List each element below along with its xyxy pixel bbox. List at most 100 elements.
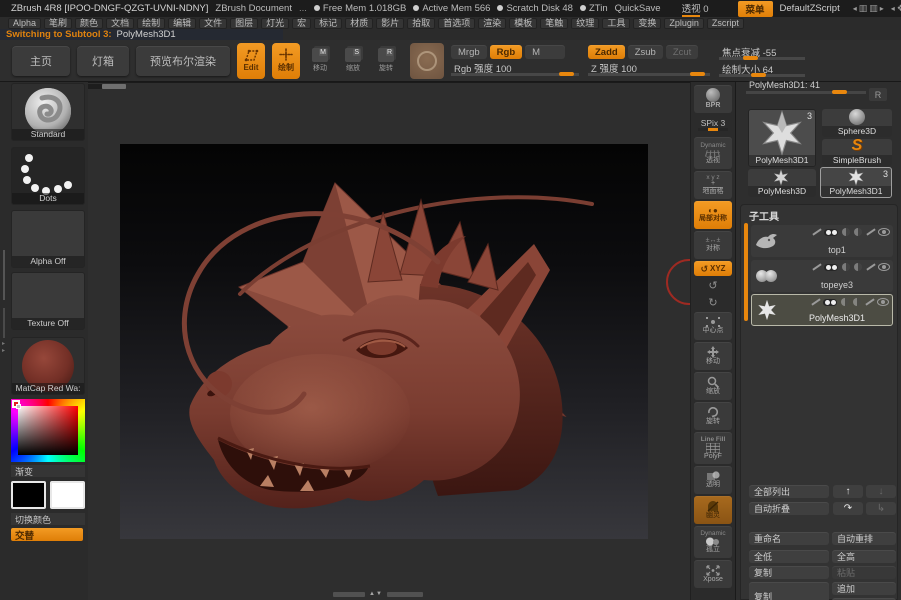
current-stroke-tile[interactable]: Dots xyxy=(11,147,85,205)
xyz-axis-button[interactable]: ↺ XYZ xyxy=(694,261,732,276)
visibility-eye-icon[interactable] xyxy=(877,298,889,306)
menu-item-color[interactable]: 颜色 xyxy=(75,17,104,29)
subtool-scrollbar[interactable] xyxy=(744,223,748,321)
bottom-scroll-left[interactable] xyxy=(333,591,365,597)
polymesh3d-tile[interactable]: PolyMesh3D xyxy=(748,169,816,197)
paste-button[interactable]: 粘贴 xyxy=(832,566,896,579)
rgb-button[interactable]: Rgb xyxy=(489,45,523,59)
menu-item-picker[interactable]: 拾取 xyxy=(407,17,436,29)
polyframe-button[interactable]: Line Fill PolyF xyxy=(694,432,732,464)
z-axis-button[interactable]: ↻ xyxy=(694,295,732,310)
rename-button[interactable]: 重命名 xyxy=(749,532,829,545)
current-brush-tile[interactable]: Standard xyxy=(11,83,85,141)
scale-canvas-button[interactable]: 缩放 xyxy=(694,372,732,400)
mrgb-button[interactable]: Mrgb xyxy=(451,45,487,59)
document-hscrollbar[interactable] xyxy=(88,84,126,89)
shade-icon[interactable] xyxy=(854,228,862,236)
pen-icon[interactable] xyxy=(866,263,874,271)
menu-item-file[interactable]: 文件 xyxy=(199,17,228,29)
titlebar-ellipsis[interactable]: ... xyxy=(299,3,307,14)
symmetry-button[interactable]: ±↔± 对称 xyxy=(694,231,732,259)
zsub-button[interactable]: Zsub xyxy=(627,45,663,59)
pen-icon[interactable] xyxy=(865,298,873,306)
menu-item-marker[interactable]: 标记 xyxy=(314,17,343,29)
menu-item-tool[interactable]: 工具 xyxy=(602,17,631,29)
shade-icon[interactable] xyxy=(853,298,861,306)
copy-button[interactable]: 复制 xyxy=(749,566,829,579)
spix-handle[interactable] xyxy=(708,128,718,131)
auto-collapse-button[interactable]: 自动折叠 xyxy=(749,502,829,515)
lightbox-button[interactable]: 灯箱 xyxy=(77,45,129,76)
rgb-intensity-handle[interactable] xyxy=(559,72,574,76)
shade-icon[interactable] xyxy=(854,263,862,271)
polymesh3d1-tile[interactable]: 3 PolyMesh3D1 xyxy=(820,167,892,198)
move-down-button[interactable]: ↓ xyxy=(866,485,896,498)
xpose-button[interactable]: Xpose xyxy=(694,560,732,588)
transparent-button[interactable]: 透明 xyxy=(694,466,732,494)
uv-icon[interactable] xyxy=(841,298,849,306)
shift-up-button[interactable]: ↷ xyxy=(833,502,863,515)
menu-item-document[interactable]: 文档 xyxy=(106,17,135,29)
z-intensity-slider[interactable]: Z 强度 100 xyxy=(588,61,710,76)
uv-icon[interactable] xyxy=(842,263,850,271)
menu-item-render[interactable]: 渲染 xyxy=(478,17,507,29)
subtool-row-top1[interactable]: top1 xyxy=(751,225,893,257)
bottom-scroll-right[interactable] xyxy=(386,591,423,597)
menu-item-movie[interactable]: 影片 xyxy=(376,17,405,29)
polypaint-icon[interactable] xyxy=(824,263,838,271)
scale-gyro-button[interactable]: S 缩放 xyxy=(340,43,366,79)
zadd-button[interactable]: Zadd xyxy=(588,45,625,59)
menu-item-zplugin[interactable]: Zplugin xyxy=(664,17,704,29)
rotate-gyro-button[interactable]: R 旋转 xyxy=(373,43,399,79)
simplebrush-tile[interactable]: S SimpleBrush xyxy=(822,139,892,166)
menu-item-transform[interactable]: 变换 xyxy=(633,17,662,29)
all-low-button[interactable]: 全低 xyxy=(749,550,829,563)
draw-button[interactable]: 绘制 xyxy=(272,42,300,79)
visibility-eye-icon[interactable] xyxy=(878,228,890,236)
picker-inner-selector[interactable] xyxy=(16,404,21,409)
center-pivot-button[interactable]: 中心点 xyxy=(694,312,732,340)
draw-size-slider[interactable]: 绘制大小 64 xyxy=(719,62,805,77)
focal-shift-handle[interactable] xyxy=(743,55,758,60)
menu-item-edit[interactable]: 编辑 xyxy=(168,17,197,29)
rgb-intensity-slider[interactable]: Rgb 强度 100 xyxy=(451,61,579,76)
sphere3d-tile[interactable]: Sphere3D xyxy=(822,109,892,137)
sculpt-canvas[interactable] xyxy=(120,144,648,539)
current-alpha-tile[interactable]: Alpha Off xyxy=(11,210,85,268)
secondary-color-swatch[interactable] xyxy=(50,481,85,509)
current-brush-preview[interactable] xyxy=(410,42,444,79)
menu-item-preferences[interactable]: 首选项 xyxy=(438,17,476,29)
menu-item-light[interactable]: 灯光 xyxy=(261,17,290,29)
default-zscript-button[interactable]: DefaultZScript xyxy=(780,3,840,14)
ghost-button[interactable]: 幽灵 xyxy=(694,496,732,524)
list-all-button[interactable]: 全部列出 xyxy=(749,485,829,498)
menu-item-texture[interactable]: 纹理 xyxy=(571,17,600,29)
brush-toggle-icon[interactable] xyxy=(812,228,820,236)
tool-name-slider[interactable]: PolyMesh3D1: 41 xyxy=(746,76,866,94)
local-symmetry-button[interactable]: ◐● 局部对称 xyxy=(694,201,732,229)
main-color-swatch[interactable] xyxy=(11,481,46,509)
z-intensity-handle[interactable] xyxy=(690,72,705,76)
subtool-row-polymesh3d1[interactable]: PolyMesh3D1 xyxy=(751,294,893,326)
shift-down-button[interactable]: ↳ xyxy=(866,502,896,515)
scroll-arrows-icon[interactable]: ▲▼ xyxy=(369,591,383,597)
menu-item-material[interactable]: 材质 xyxy=(345,17,374,29)
left-strip-arrow-icon[interactable]: ▸ ▸ xyxy=(2,340,5,354)
color-picker[interactable] xyxy=(11,399,85,462)
menu-item-zscript[interactable]: Zscript xyxy=(706,17,744,29)
pen-icon[interactable] xyxy=(866,228,874,236)
duplicate-button[interactable]: 复制 xyxy=(749,582,829,600)
m-button[interactable]: M xyxy=(525,45,566,59)
zcut-button[interactable]: Zcut xyxy=(665,45,699,59)
alternate-button[interactable]: 交替 xyxy=(11,528,83,542)
focal-shift-slider[interactable]: 焦点衰减 -55 xyxy=(719,45,805,60)
polypaint-icon[interactable] xyxy=(824,228,838,236)
hscroll-handle[interactable] xyxy=(102,84,126,89)
menu-item-brush[interactable]: 笔刷 xyxy=(44,17,73,29)
left-scroll-handle[interactable] xyxy=(3,250,5,300)
menu-item-stencil[interactable]: 模板 xyxy=(509,17,538,29)
gradient-label[interactable]: 渐变 xyxy=(11,465,85,477)
menu-item-macro[interactable]: 宏 xyxy=(292,17,312,29)
menu-item-layer[interactable]: 图层 xyxy=(230,17,259,29)
divider-right-icon[interactable]: ◂❖❖▸ xyxy=(891,3,901,14)
